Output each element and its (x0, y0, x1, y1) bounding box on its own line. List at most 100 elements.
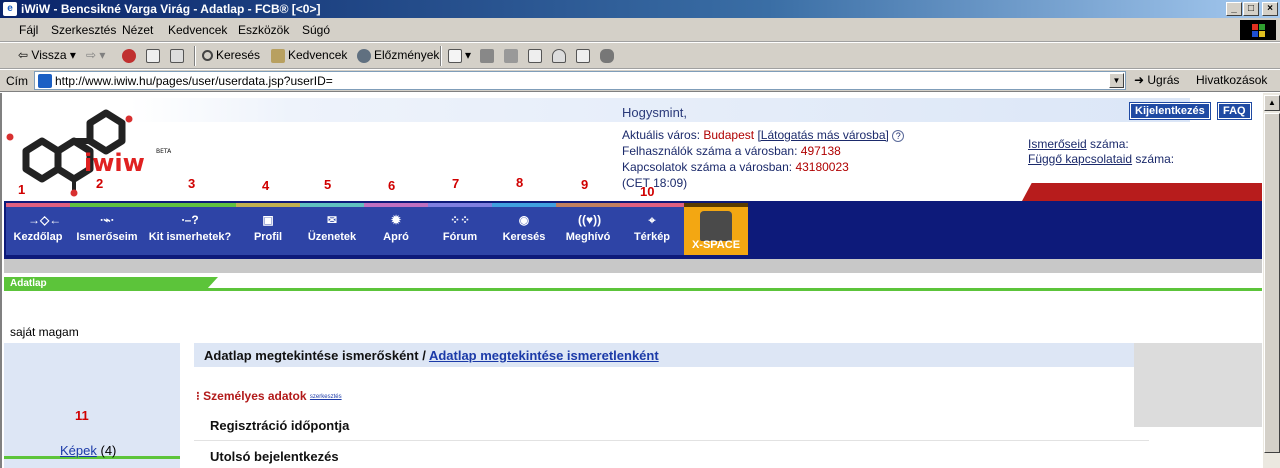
pending-link[interactable]: Függő kapcsolataid (1028, 152, 1132, 166)
annotation-number: 3 (188, 176, 196, 191)
bluetooth-icon[interactable] (600, 48, 617, 63)
favorites-button[interactable]: Kedvencek (271, 48, 347, 63)
breadcrumb: Adatlap (4, 277, 1262, 291)
scroll-thumb[interactable] (1264, 113, 1280, 453)
title-bar: e iWiW - Bencsikné Varga Virág - Adatlap… (0, 0, 1280, 18)
pictures-entry: Képek (4) (60, 443, 116, 458)
city-info: Aktuális város: Budapest [Látogatás más … (622, 127, 905, 191)
tab-who-can-i-know[interactable]: ∙–? Kit ismerhetek? (144, 203, 236, 255)
section-title: Személyes adatok (203, 389, 307, 403)
search-button[interactable]: Keresés (202, 48, 260, 62)
menu-edit[interactable]: Szerkesztés (51, 23, 116, 37)
messenger-icon[interactable] (552, 48, 569, 63)
change-city-link[interactable]: [Látogatás más városba] (757, 128, 888, 142)
forward-button[interactable]: ⇨ ▾ (86, 48, 105, 62)
window-title: iWiW - Bencsikné Varga Virág - Adatlap -… (21, 2, 321, 16)
logo-beta: BETA (156, 148, 172, 155)
xspace-label: X-SPACE (691, 239, 741, 251)
forum-icon: ⁘⁘ (450, 213, 471, 227)
annotation-number: 5 (324, 177, 332, 192)
history-button[interactable]: Előzmények (357, 48, 439, 63)
tab-friends[interactable]: ∙⌁∙ Ismerőseim (70, 203, 144, 255)
iwiw-logo: iwiw BETA (6, 109, 172, 197)
view-as-stranger-link[interactable]: Adatlap megtekintése ismeretlenként (429, 348, 659, 363)
personal-data-section: ⁝ Személyes adatok szerkesztés (196, 389, 342, 403)
tab-label: Profil (253, 231, 283, 243)
tab-label: Ismerőseim (76, 231, 138, 243)
windows-logo-icon (1240, 20, 1276, 40)
history-label: Előzmények (374, 48, 440, 62)
tab-home[interactable]: →◇← Kezdőlap (6, 203, 70, 255)
discuss-icon[interactable] (528, 48, 545, 63)
menu-file[interactable]: Fájl (19, 23, 38, 37)
minimize-button[interactable]: _ (1226, 2, 1242, 16)
edit-icon[interactable] (504, 48, 521, 63)
friends-link[interactable]: Ismerőseid (1028, 137, 1087, 151)
menu-help[interactable]: Súgó (302, 23, 330, 37)
favorites-icon (271, 48, 285, 63)
tab-label: Keresés (502, 231, 546, 243)
links-button[interactable]: Hivatkozások (1196, 73, 1267, 87)
mail-icon[interactable]: ▾ (448, 48, 471, 63)
map-pin-icon: ⌖ (648, 213, 656, 227)
robot-icon (700, 211, 732, 241)
right-gray-panel (1134, 343, 1262, 427)
section-edit-link[interactable]: szerkesztés (310, 394, 342, 400)
back-button[interactable]: ⇦ Vissza ▾ (18, 48, 76, 62)
tab-label: Kit ismerhetek? (148, 231, 232, 243)
tab-search[interactable]: ◉ Keresés (492, 203, 556, 255)
home-icon: →◇← (28, 213, 62, 227)
pictures-link[interactable]: Képek (60, 443, 97, 458)
menu-view[interactable]: Nézet (122, 23, 153, 37)
scroll-up-icon[interactable]: ▲ (1264, 95, 1280, 111)
tab-classifieds[interactable]: ✹ Apró (364, 203, 428, 255)
back-label: Vissza (31, 48, 67, 62)
faq-button[interactable]: FAQ (1217, 102, 1252, 120)
annotation-number: 2 (96, 176, 104, 191)
bullet-icon: ⁝ (196, 389, 200, 403)
go-button[interactable]: ➜ Ugrás (1134, 73, 1179, 87)
self-label: saját magam (10, 325, 79, 339)
tab-invite[interactable]: ((♥)) Meghívó (556, 203, 620, 255)
refresh-icon[interactable] (146, 48, 163, 63)
address-label: Cím (6, 74, 28, 88)
toolbar: ⇦ Vissza ▾ ⇨ ▾ Keresés Kedvencek Előzmén… (0, 43, 1280, 69)
address-dropdown-icon[interactable]: ▼ (1109, 73, 1124, 88)
close-button[interactable]: × (1262, 2, 1278, 16)
search-icon (202, 50, 213, 62)
view-switch-bar: Adatlap megtekintése ismerősként / Adatl… (194, 343, 1134, 367)
friends-info: Ismerőseid száma: Függő kapcsolataid szá… (1028, 137, 1174, 167)
menu-tools[interactable]: Eszközök (238, 23, 289, 37)
nav-underbar (4, 259, 1262, 273)
print-icon[interactable] (480, 48, 497, 63)
logout-button[interactable]: Kijelentkezés (1129, 102, 1211, 120)
tab-profile[interactable]: ▣ Profil (236, 203, 300, 255)
tab-label: Apró (383, 231, 409, 243)
pictures-count: (4) (100, 443, 117, 458)
annotation-number: 4 (262, 178, 270, 193)
help-icon[interactable]: ? (892, 130, 905, 142)
connection-icon: ∙–? (181, 213, 199, 227)
home-icon[interactable] (170, 48, 187, 63)
pending-count-label: száma: (1132, 152, 1175, 166)
page-icon (38, 74, 52, 88)
profile-icon: ▣ (262, 213, 274, 227)
stop-icon[interactable] (122, 48, 139, 63)
annotation-number: 1 (18, 182, 26, 197)
research-icon[interactable] (576, 48, 593, 63)
address-input[interactable]: http://www.iwiw.hu/pages/user/userdata.j… (34, 71, 1126, 90)
tab-map[interactable]: ⌖ Térkép (620, 203, 684, 255)
annotation-number: 9 (581, 177, 589, 192)
menu-bar: Fájl Szerkesztés Nézet Kedvencek Eszközö… (0, 18, 1280, 42)
menu-favorites[interactable]: Kedvencek (168, 23, 227, 37)
tab-label: Fórum (442, 231, 478, 243)
tab-xspace[interactable]: X-SPACE (684, 203, 748, 255)
vertical-scrollbar[interactable]: ▲ (1262, 93, 1280, 468)
tab-messages[interactable]: ✉ Üzenetek (300, 203, 364, 255)
ie-icon: e (3, 2, 17, 16)
tab-forum[interactable]: ⁘⁘ Fórum (428, 203, 492, 255)
address-url: http://www.iwiw.hu/pages/user/userdata.j… (55, 74, 333, 88)
city-label: Aktuális város: (622, 128, 701, 142)
maximize-button[interactable]: □ (1243, 2, 1259, 16)
tab-label: Térkép (633, 231, 671, 243)
